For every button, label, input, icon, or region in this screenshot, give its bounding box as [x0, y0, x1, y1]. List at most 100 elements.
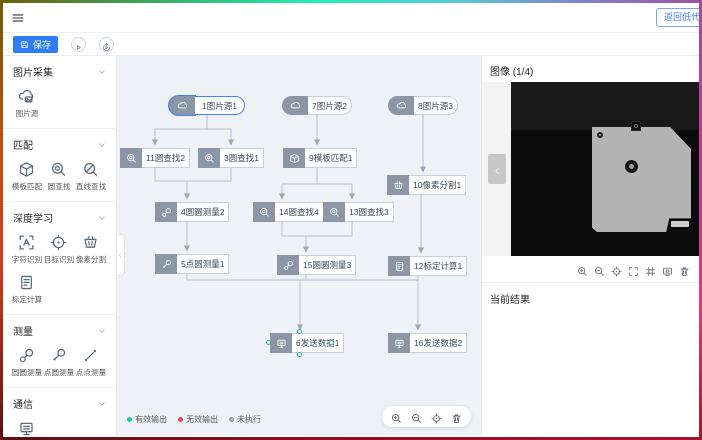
- measure-cc-icon: [161, 207, 172, 218]
- node-calibration-1[interactable]: 12标定计算1: [388, 256, 448, 276]
- find-circle-icon: [50, 161, 67, 178]
- node-send-data-1[interactable]: 6发送数据1: [270, 333, 330, 353]
- zoom-in-icon[interactable]: [577, 264, 588, 275]
- trash-icon[interactable]: [679, 264, 690, 275]
- section-header[interactable]: 深度学习: [13, 210, 106, 225]
- inspected-part: [592, 127, 691, 232]
- tool-target-detect[interactable]: 目标识别: [45, 234, 72, 265]
- chevron-down-icon: [98, 141, 106, 149]
- section-header[interactable]: 图片采集: [13, 64, 106, 79]
- node-circle-find-2[interactable]: 11圆查找2: [120, 148, 190, 168]
- node-image-source-2[interactable]: 7图片源2: [282, 96, 352, 115]
- tool-point-circle-measure[interactable]: 点圆测量: [45, 347, 72, 378]
- find-line-icon: [82, 161, 99, 178]
- section-image-capture: 图片采集 图片源: [3, 56, 116, 129]
- tool-circle-circle-measure[interactable]: 圆圆测量: [13, 347, 40, 378]
- send-data-icon: [276, 338, 287, 349]
- segment-icon: [82, 234, 99, 251]
- canvas-zoom-controls: [382, 406, 471, 427]
- sidebar-collapse-handle[interactable]: [117, 234, 125, 276]
- tool-point-point-measure[interactable]: 点点测量: [77, 347, 104, 378]
- zoom-in-icon[interactable]: [391, 411, 402, 422]
- find-circle-icon: [126, 153, 137, 164]
- node-circle-circle-measure-3[interactable]: 15圆圆测量3: [277, 255, 335, 275]
- measure-pc-icon: [161, 259, 172, 270]
- trash-icon[interactable]: [451, 411, 462, 422]
- run-button[interactable]: [71, 37, 86, 52]
- prev-image-button[interactable]: [488, 154, 506, 184]
- not-run-dot: [229, 417, 234, 422]
- measure-cc-icon: [283, 260, 294, 271]
- node-handle[interactable]: [297, 329, 302, 334]
- fit-screen-icon[interactable]: [662, 264, 673, 275]
- image-viewer: [482, 82, 699, 256]
- legend-not-executed: 未执行: [229, 414, 261, 425]
- cube-icon: [289, 153, 300, 164]
- node-handle[interactable]: [329, 340, 334, 345]
- legend-invalid-output: 无效输出: [178, 414, 218, 425]
- flow-canvas[interactable]: 1图片源1 7图片源2 8图片源3 11圆查找2 3圆查找1: [117, 56, 481, 436]
- node-send-data-2[interactable]: 16发送数据2: [388, 333, 448, 353]
- find-circle-icon: [259, 207, 270, 218]
- image-panel-title: 图像 (1/4): [482, 56, 699, 82]
- chevron-down-icon: [98, 214, 106, 222]
- tool-ocr[interactable]: 字符识别: [13, 234, 40, 265]
- zoom-out-icon[interactable]: [411, 411, 422, 422]
- tool-pixel-segment[interactable]: 像素分割: [77, 234, 104, 265]
- fullscreen-icon[interactable]: [628, 264, 639, 275]
- part-bottom-tab: [671, 221, 689, 227]
- measure-pp-icon: [82, 347, 99, 364]
- send-data-icon: [394, 338, 405, 349]
- tool-send-data[interactable]: [13, 420, 40, 436]
- tool-image-source[interactable]: 图片源: [13, 88, 40, 119]
- node-circle-find-3[interactable]: 13圆查找3: [323, 202, 381, 222]
- tool-template-match[interactable]: 模板匹配: [13, 161, 40, 192]
- tool-line-find[interactable]: 直线查找: [77, 161, 104, 192]
- node-pixel-segment-1[interactable]: 10像素分割1: [387, 175, 459, 195]
- chevron-left-icon: [117, 251, 123, 259]
- legend-valid-output: 有效输出: [127, 414, 167, 425]
- ocr-icon: [18, 234, 35, 251]
- save-button[interactable]: 保存: [13, 36, 58, 53]
- cloud-image-icon: [18, 88, 35, 105]
- zoom-out-icon[interactable]: [594, 264, 605, 275]
- top-bar: 返回低代: [3, 3, 699, 33]
- node-handle[interactable]: [297, 352, 302, 357]
- run-once-button[interactable]: [99, 37, 114, 52]
- node-circle-find-4[interactable]: 14圆查找4: [253, 202, 311, 222]
- camera-image[interactable]: [511, 82, 699, 256]
- tool-calibration[interactable]: 标定计算: [13, 274, 40, 305]
- section-header[interactable]: 匹配: [13, 137, 106, 152]
- pixel-grid-icon[interactable]: [645, 264, 656, 275]
- thumbnail-strip: [482, 82, 511, 256]
- section-measure: 测量 圆圆测量 点圆测量: [3, 315, 116, 388]
- find-circle-icon: [204, 153, 215, 164]
- section-header[interactable]: 通信: [13, 396, 106, 411]
- measure-pc-icon: [50, 347, 67, 364]
- toolbar: 保存: [3, 33, 699, 56]
- node-circle-find-1[interactable]: 3圆查找1: [198, 148, 264, 168]
- node-image-source-1[interactable]: 1图片源1: [169, 96, 245, 115]
- image-background: [511, 82, 699, 130]
- tool-circle-find[interactable]: 圆查找: [45, 161, 72, 192]
- node-handle[interactable]: [266, 340, 271, 345]
- chevron-down-icon: [98, 327, 106, 335]
- back-to-lowcode-button[interactable]: 返回低代: [656, 8, 699, 27]
- section-header[interactable]: 测量: [13, 323, 106, 338]
- chevron-left-icon: [493, 164, 501, 174]
- node-template-match-1[interactable]: 9模板匹配1: [283, 148, 351, 168]
- node-circle-circle-measure-2[interactable]: 4圆圆测量2: [155, 202, 219, 222]
- calibration-icon: [394, 261, 405, 272]
- play-icon: [74, 40, 83, 49]
- measure-cc-icon: [18, 347, 35, 364]
- locate-icon[interactable]: [431, 411, 442, 422]
- chevron-down-icon: [98, 68, 106, 76]
- calibration-icon: [18, 274, 35, 291]
- hamburger-menu-icon[interactable]: [11, 11, 25, 25]
- target-icon: [50, 234, 67, 251]
- node-point-circle-measure-1[interactable]: 5点圆测量1: [155, 254, 219, 274]
- app-window: 返回低代 保存 图片采集: [0, 0, 702, 440]
- node-image-source-3[interactable]: 8图片源3: [388, 96, 458, 115]
- locate-icon[interactable]: [611, 264, 622, 275]
- part-pin-hole: [597, 132, 603, 138]
